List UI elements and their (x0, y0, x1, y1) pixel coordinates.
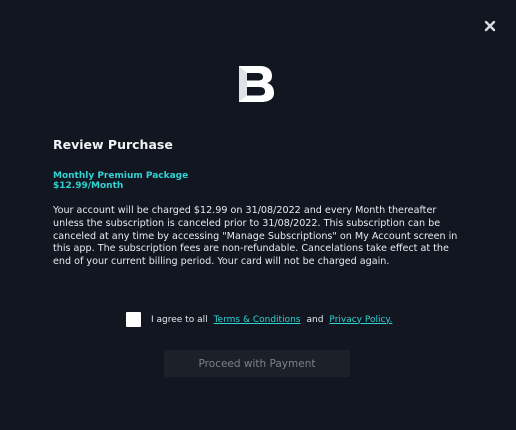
agree-prefix-text: I agree to all (151, 314, 208, 325)
agree-checkbox[interactable] (126, 312, 141, 327)
and-text: and (306, 314, 324, 325)
close-icon[interactable] (482, 18, 498, 34)
proceed-payment-button[interactable]: Proceed with Payment (164, 350, 350, 377)
agreement-row: I agree to all Terms & Conditions and Pr… (126, 311, 392, 328)
brand-logo (236, 64, 280, 104)
package-name: Monthly Premium Package (53, 171, 189, 181)
terms-link[interactable]: Terms & Conditions (214, 315, 301, 325)
review-purchase-modal: Review Purchase Monthly Premium Package … (0, 0, 516, 430)
privacy-link[interactable]: Privacy Policy. (329, 315, 392, 325)
billing-disclaimer: Your account will be charged $12.99 on 3… (53, 205, 458, 268)
modal-title: Review Purchase (53, 137, 173, 152)
package-price: $12.99/Month (53, 181, 124, 191)
